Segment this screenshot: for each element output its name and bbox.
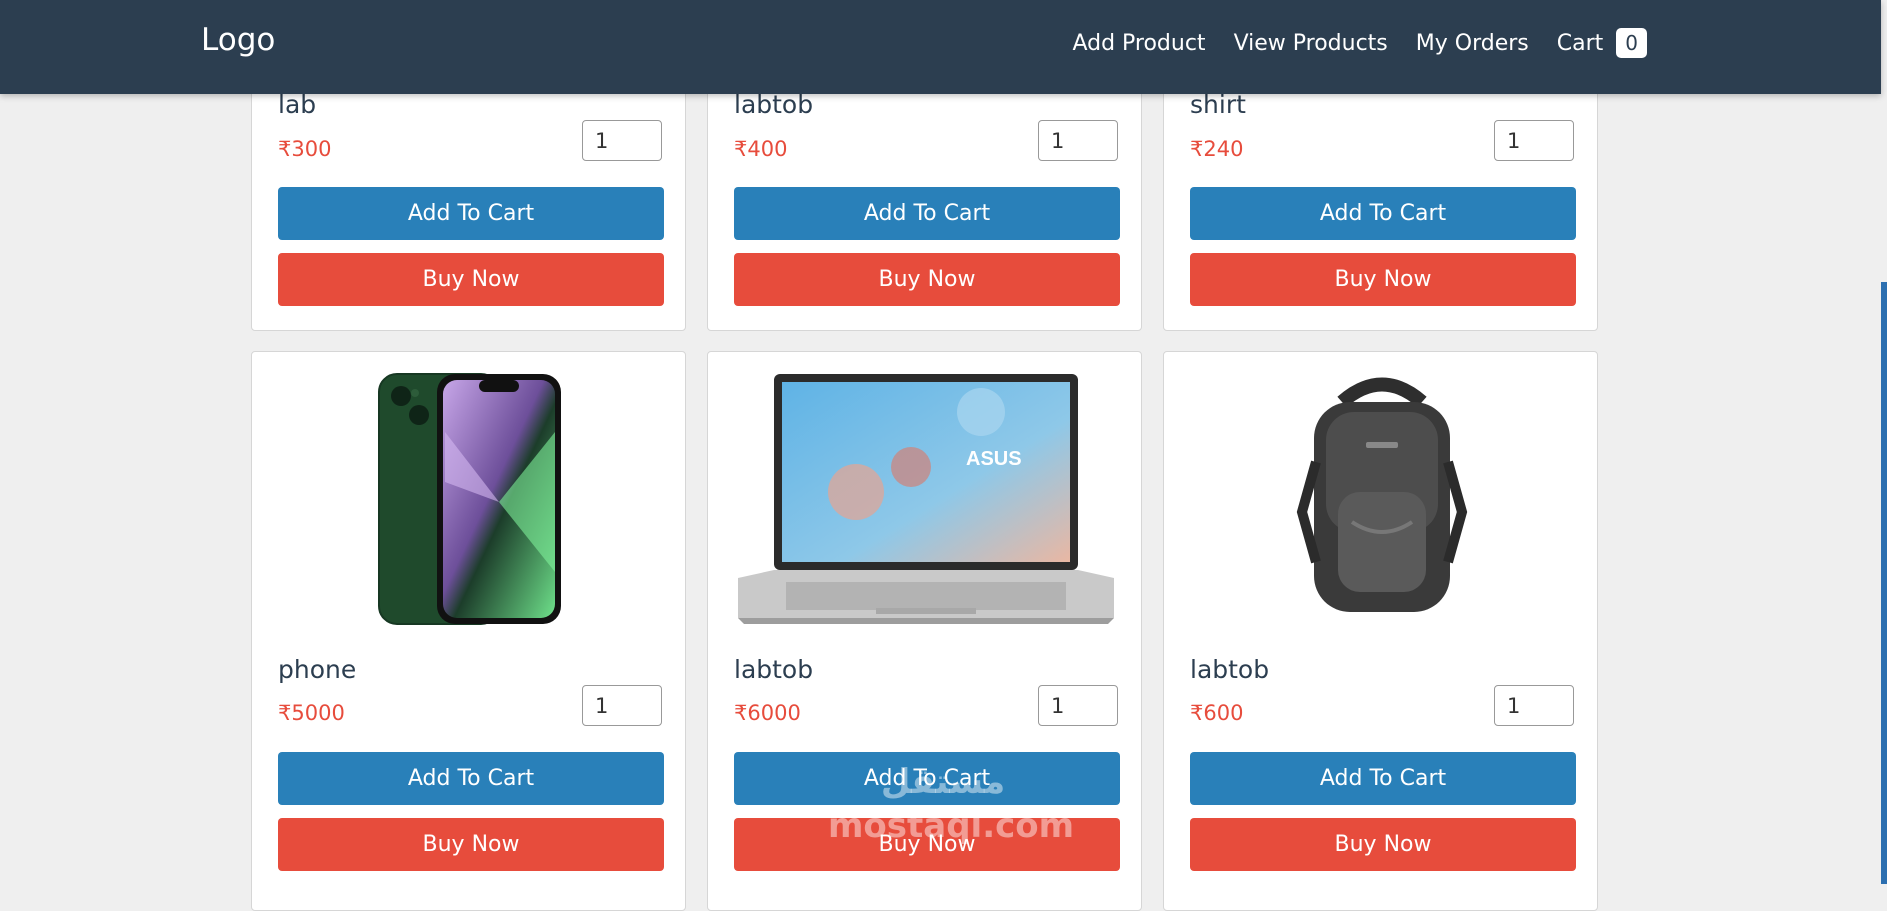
logo[interactable]: Logo — [201, 22, 275, 58]
product-card: ASUS labtob ₹6000 Add To Cart Buy Now — [707, 351, 1142, 911]
nav-cart[interactable]: Cart 0 — [1557, 28, 1647, 58]
buy-now-button[interactable]: Buy Now — [734, 818, 1120, 871]
add-to-cart-button[interactable]: Add To Cart — [1190, 752, 1576, 805]
add-to-cart-button[interactable]: Add To Cart — [278, 187, 664, 240]
phone-image — [278, 372, 662, 626]
top-navbar: Logo Add Product View Products My Orders… — [0, 0, 1881, 94]
product-price: ₹400 — [734, 137, 788, 161]
add-to-cart-button[interactable]: Add To Cart — [734, 187, 1120, 240]
add-to-cart-button[interactable]: Add To Cart — [1190, 187, 1576, 240]
quantity-input[interactable] — [582, 685, 662, 726]
quantity-input[interactable] — [1038, 120, 1118, 161]
scrollbar-track[interactable] — [1881, 0, 1887, 884]
laptop-image: ASUS — [734, 372, 1118, 626]
product-price: ₹600 — [1190, 701, 1244, 725]
quantity-input[interactable] — [582, 120, 662, 161]
quantity-input[interactable] — [1038, 685, 1118, 726]
add-to-cart-button[interactable]: Add To Cart — [278, 752, 664, 805]
buy-now-button[interactable]: Buy Now — [1190, 253, 1576, 306]
backpack-image — [1190, 372, 1574, 626]
scrollbar-thumb[interactable] — [1881, 282, 1887, 884]
product-card: phone ₹5000 Add To Cart Buy Now — [251, 351, 686, 911]
product-name: shirt — [1190, 90, 1246, 119]
cart-count-badge: 0 — [1616, 28, 1647, 58]
nav-my-orders[interactable]: My Orders — [1416, 31, 1529, 56]
product-name: labtob — [734, 655, 814, 684]
nav-links: Add Product View Products My Orders Cart… — [1044, 28, 1647, 58]
buy-now-button[interactable]: Buy Now — [734, 253, 1120, 306]
product-price: ₹240 — [1190, 137, 1244, 161]
nav-view-products[interactable]: View Products — [1234, 31, 1388, 56]
product-price: ₹5000 — [278, 701, 345, 725]
product-name: labtob — [1190, 655, 1270, 684]
product-name: lab — [278, 90, 317, 119]
product-price: ₹300 — [278, 137, 332, 161]
svg-text:ASUS: ASUS — [966, 448, 1022, 470]
product-name: phone — [278, 655, 357, 684]
buy-now-button[interactable]: Buy Now — [1190, 818, 1576, 871]
buy-now-button[interactable]: Buy Now — [278, 818, 664, 871]
product-name: labtob — [734, 90, 814, 119]
quantity-input[interactable] — [1494, 120, 1574, 161]
add-to-cart-button[interactable]: Add To Cart — [734, 752, 1120, 805]
product-card: labtob ₹600 Add To Cart Buy Now — [1163, 351, 1598, 911]
quantity-input[interactable] — [1494, 685, 1574, 726]
product-price: ₹6000 — [734, 701, 801, 725]
buy-now-button[interactable]: Buy Now — [278, 253, 664, 306]
nav-add-product[interactable]: Add Product — [1072, 31, 1205, 56]
cart-label: Cart — [1556, 30, 1604, 56]
